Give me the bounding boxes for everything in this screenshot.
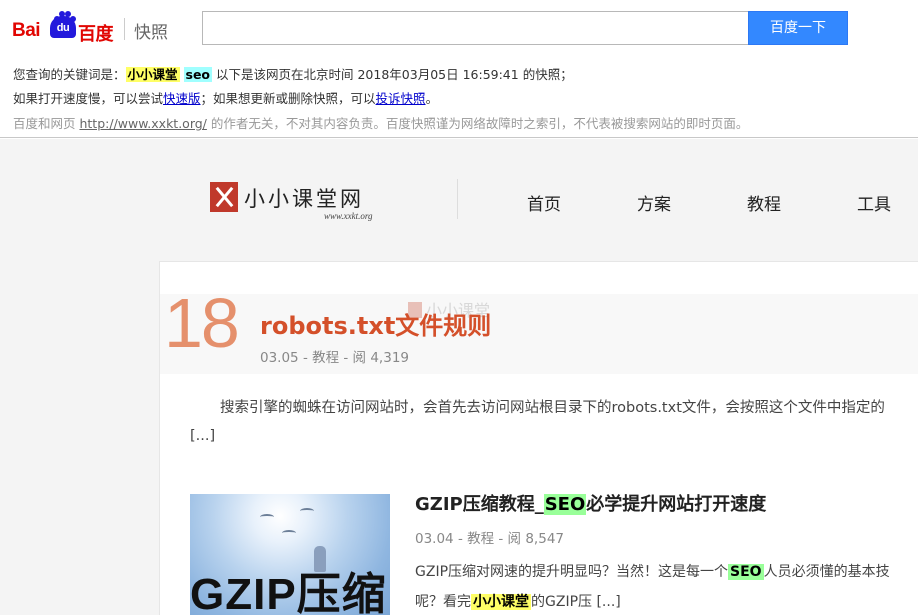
excerpt-keyword-highlight: 小小课堂 [471, 594, 531, 610]
excerpt-post: 的GZIP压 [...] [531, 594, 621, 610]
baidu-logo[interactable]: Bai du 百度 [12, 10, 124, 44]
logo-du-badge: du [50, 16, 76, 38]
site-logo[interactable]: 小小课堂网 www.xxkt.org [210, 182, 390, 226]
post-meta: 03.04 - 教程 - 阅 8,547 [415, 531, 564, 547]
disclaimer-prefix: 百度和网页 [13, 116, 80, 131]
post-title[interactable]: robots.txt文件规则 [260, 306, 491, 341]
source-url-link[interactable]: http://www.xxkt.org/ [79, 116, 206, 131]
site-nav: 小小课堂网 www.xxkt.org 首页 方案 教程 工具 [0, 139, 918, 261]
title-pre: GZIP压缩教程_ [415, 494, 544, 515]
keyword-highlight-2: seo [183, 67, 213, 82]
logo-divider [124, 18, 125, 40]
complain-snapshot-link[interactable]: 投诉快照 [376, 91, 426, 106]
nav-item-tutorials[interactable]: 教程 [747, 190, 781, 215]
keyword-highlight-1: 小小课堂 [125, 67, 180, 82]
post-excerpt-line-1: GZIP压缩对网速的提升明显吗？当然！这是每一个 SEO 人员必须懂的基本技 [415, 561, 890, 581]
post-number: 18 [164, 284, 240, 362]
search-button[interactable]: 百度一下 [748, 11, 848, 45]
thumbnail-text: GZIP压缩 [190, 570, 387, 615]
baidu-snapshot-header: Bai du 百度 快照 百度一下 您查询的关键词是： 小小课堂 seo 以下是该… [0, 0, 918, 138]
title-post: 必学提升网站打开速度 [586, 494, 767, 515]
excerpt-pre: GZIP压缩对网速的提升明显吗？当然！这是每一个 [415, 564, 729, 580]
snapshot-time-text: 以下是该网页在北京时间 2018年03月05日 16:59:41 的快照； [212, 67, 573, 82]
excerpt-keyword-highlight: SEO [728, 564, 764, 580]
site-logo-url: www.xxkt.org [324, 211, 373, 221]
nav-divider [457, 179, 458, 219]
site-logo-x-icon [210, 182, 238, 212]
post-thumbnail[interactable]: GZIP压缩 [190, 494, 390, 615]
search-input[interactable] [202, 11, 749, 45]
bird-icon [282, 530, 296, 536]
read-more-link[interactable]: [...] [190, 428, 215, 444]
options-prefix: 如果打开速度慢，可以尝试 [13, 91, 164, 106]
excerpt-pre: 呢？看完 [415, 594, 471, 610]
snapshot-options-line: 如果打开速度慢，可以尝试快速版；如果想更新或删除快照，可以投诉快照。 [13, 88, 438, 107]
logo-bai-text: Bai [12, 20, 41, 41]
site-logo-name: 小小课堂网 [244, 187, 364, 211]
keyword-prefix: 您查询的关键词是： [13, 67, 126, 82]
options-middle: ；如果想更新或删除快照，可以 [200, 91, 376, 106]
cached-site: 小小课堂网 www.xxkt.org 首页 方案 教程 工具 18 小小课堂 r… [0, 139, 918, 615]
disclaimer-text: 的作者无关，不对其内容负责。百度快照谨为网络故障时之索引，不代表被搜索网站的即时… [206, 116, 749, 131]
title-keyword-highlight: SEO [543, 494, 587, 515]
nav-item-solutions[interactable]: 方案 [637, 190, 671, 215]
logo-baidu-cn: 百度 [78, 24, 114, 44]
options-suffix: 。 [425, 91, 439, 106]
snapshot-keyword-line: 您查询的关键词是： 小小课堂 seo 以下是该网页在北京时间 2018年03月05… [13, 64, 573, 83]
snapshot-label: 快照 [134, 23, 168, 43]
nav-item-tools[interactable]: 工具 [857, 190, 891, 215]
post-meta: 03.05 - 教程 - 阅 4,319 [260, 350, 409, 366]
post-excerpt-line-2: 呢？看完 小小课堂 的GZIP压 [...] [415, 591, 621, 611]
excerpt-post: 人员必须懂的基本技 [763, 564, 890, 580]
bird-icon [300, 508, 314, 514]
nav-item-home[interactable]: 首页 [527, 190, 561, 215]
post-list: 18 小小课堂 robots.txt文件规则 03.05 - 教程 - 阅 4,… [159, 261, 918, 615]
fast-version-link[interactable]: 快速版 [163, 91, 201, 106]
disclaimer-line: 百度和网页 http://www.xxkt.org/ 的作者无关，不对其内容负责… [13, 113, 748, 132]
post-title[interactable]: GZIP压缩教程_SEO必学提升网站打开速度 [415, 490, 766, 516]
post-excerpt: 搜索引擎的蜘蛛在访问网站时，会首先去访问网站根目录下的robots.txt文件，… [220, 400, 885, 416]
bird-icon [260, 514, 274, 520]
